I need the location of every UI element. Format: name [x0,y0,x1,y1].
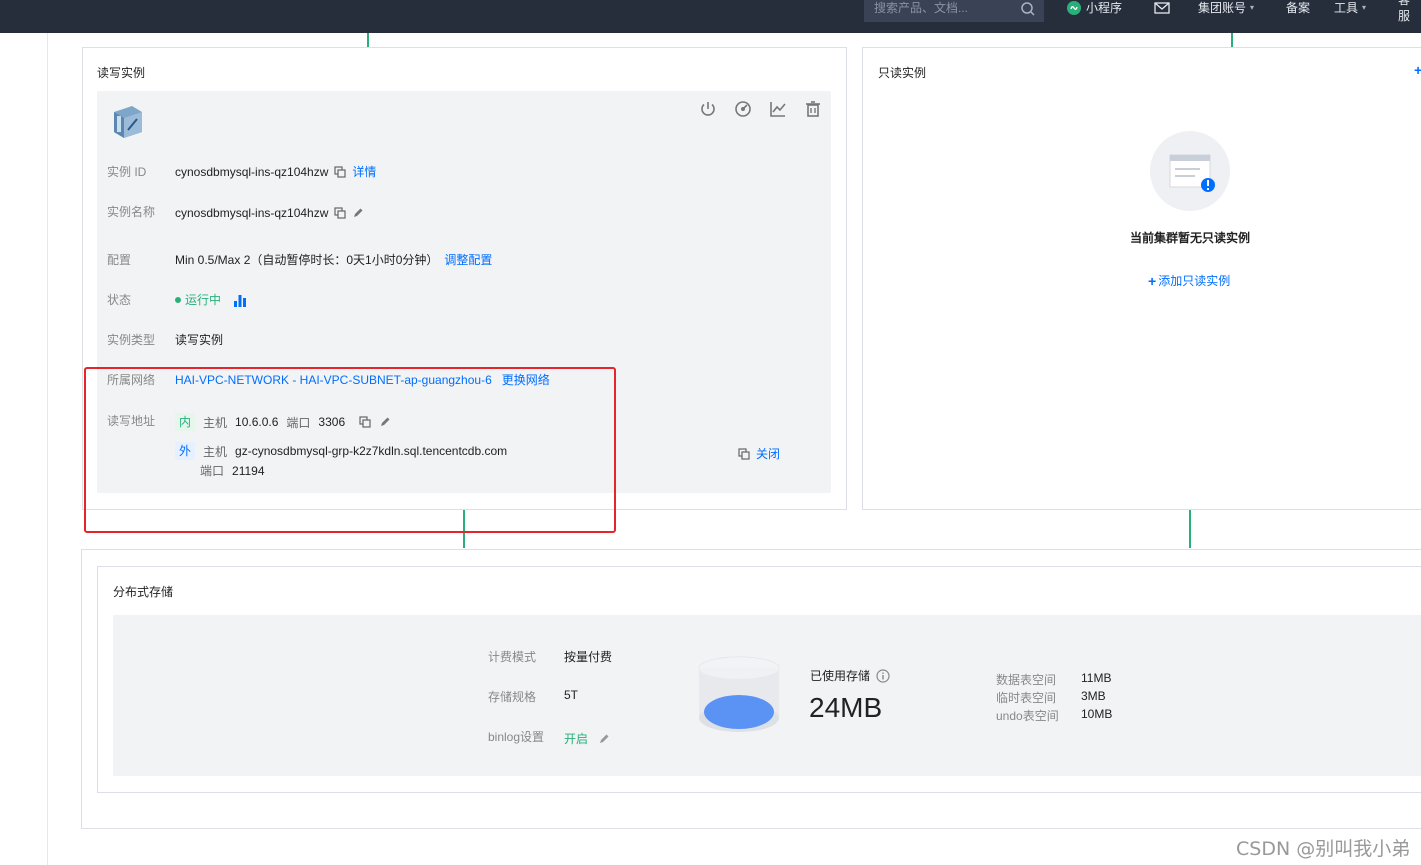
spec-label: 存储规格 [488,690,537,704]
add-readonly-instance-button[interactable]: + 添加只读实例 [1148,272,1230,289]
watermark-text: CSDN @别叫我小弟 [1236,838,1411,860]
add-readonly-label: 添加只读实例 [1158,274,1231,288]
used-storage-value: 24MB [809,692,883,723]
miniprogram-link[interactable]: 小程序 [1066,0,1122,16]
edit-icon[interactable] [352,207,364,219]
used-storage-label: 已使用存储 [810,669,871,683]
beian-label: 备案 [1286,1,1311,15]
delete-icon[interactable] [804,100,822,118]
gauge-icon[interactable] [734,100,752,118]
empty-list-icon [1169,154,1215,192]
binlog-row: 开启 [564,730,610,747]
spec-value: 5T [564,688,579,702]
support-link[interactable]: 客服 [1398,0,1421,23]
tools-label: 工具 [1334,1,1359,15]
chevron-down-icon: ▾ [1250,3,1255,12]
group-account-menu[interactable]: 集团账号 ▾ [1198,0,1254,16]
status-value: 运行中 [185,293,222,307]
config-label: 配置 [107,253,132,267]
miniprogram-icon [1067,1,1081,15]
annotation-highlight-box [84,367,616,533]
mail-icon [1154,2,1170,14]
space-value: 10MB [1081,707,1113,721]
topology-connector [1231,33,1233,47]
sidebar-divider [47,33,48,865]
chevron-down-icon: ▾ [1362,3,1367,12]
monitor-chart-icon[interactable] [769,100,787,118]
add-icon[interactable]: + [1414,62,1421,78]
instance-type-value: 读写实例 [175,333,224,347]
status-dot-icon [175,296,181,303]
instance-id-row: cynosdbmysql-ins-qz104hzw 详情 [175,163,376,180]
rw-instance-title: 读写实例 [97,66,146,80]
billing-label: 计费模式 [488,650,537,664]
ro-instance-card [862,47,1421,510]
binlog-label: binlog设置 [488,730,545,744]
close-public-label[interactable]: 关闭 [756,445,780,462]
beian-link[interactable]: 备案 [1286,0,1310,16]
close-public-button[interactable]: 关闭 [738,445,780,462]
miniprogram-label: 小程序 [1086,1,1123,15]
mail-button[interactable] [1154,0,1170,16]
instance-type-row: 读写实例 [175,331,223,348]
instance-id-label: 实例 ID [107,165,147,179]
search-placeholder: 搜索产品、文档... [874,1,969,15]
space-value: 11MB [1081,671,1112,685]
instance-name-row: cynosdbmysql-ins-qz104hzw [175,206,364,220]
space-label: 临时表空间 [996,691,1057,705]
search-icon[interactable] [1020,1,1036,17]
support-label: 客服 [1398,0,1411,23]
power-icon[interactable] [699,100,717,118]
status-row: 运行中 [175,291,247,308]
adjust-config-link[interactable]: 调整配置 [444,251,492,268]
topology-connector [1189,510,1191,548]
storage-title: 分布式存储 [113,585,174,599]
space-value: 3MB [1081,689,1106,703]
details-link[interactable]: 详情 [352,163,376,180]
topology-connector [367,33,369,47]
instance-id-value: cynosdbmysql-ins-qz104hzw [175,164,329,179]
space-label: 数据表空间 [996,673,1057,687]
database-instance-icon [114,106,142,138]
edit-icon[interactable] [598,733,610,745]
tools-menu[interactable]: 工具 ▾ [1334,0,1366,16]
copy-icon[interactable] [334,207,347,219]
bar-chart-icon[interactable] [233,293,247,307]
instance-name-value: cynosdbmysql-ins-qz104hzw [175,206,329,220]
status-label: 状态 [107,293,132,307]
plus-icon: + [1148,272,1157,289]
binlog-value: 开启 [564,732,589,746]
space-label: undo表空间 [996,709,1059,723]
copy-icon[interactable] [334,165,347,178]
instance-name-label: 实例名称 [107,205,156,219]
empty-state-text: 当前集群暂无只读实例 [1129,231,1250,245]
empty-state-illustration [1150,131,1230,211]
copy-icon[interactable] [738,447,750,460]
group-account-label: 集团账号 [1198,1,1247,15]
config-value: Min 0.5/Max 2（自动暂停时长：0天1小时0分钟） [175,253,439,267]
info-icon[interactable] [876,668,890,683]
ro-instance-title: 只读实例 [878,66,927,80]
used-storage-row: 已使用存储 [810,667,890,684]
instance-type-label: 实例类型 [107,333,156,347]
top-navigation-bar: 搜索产品、文档... 小程序 集团账号 ▾ 备案 工具 ▾ 客服 [0,0,1421,33]
billing-value: 按量付费 [564,650,613,664]
config-row: Min 0.5/Max 2（自动暂停时长：0天1小时0分钟） 调整配置 [175,251,492,268]
storage-cylinder-icon [698,656,780,732]
search-input[interactable]: 搜索产品、文档... [864,0,1044,22]
